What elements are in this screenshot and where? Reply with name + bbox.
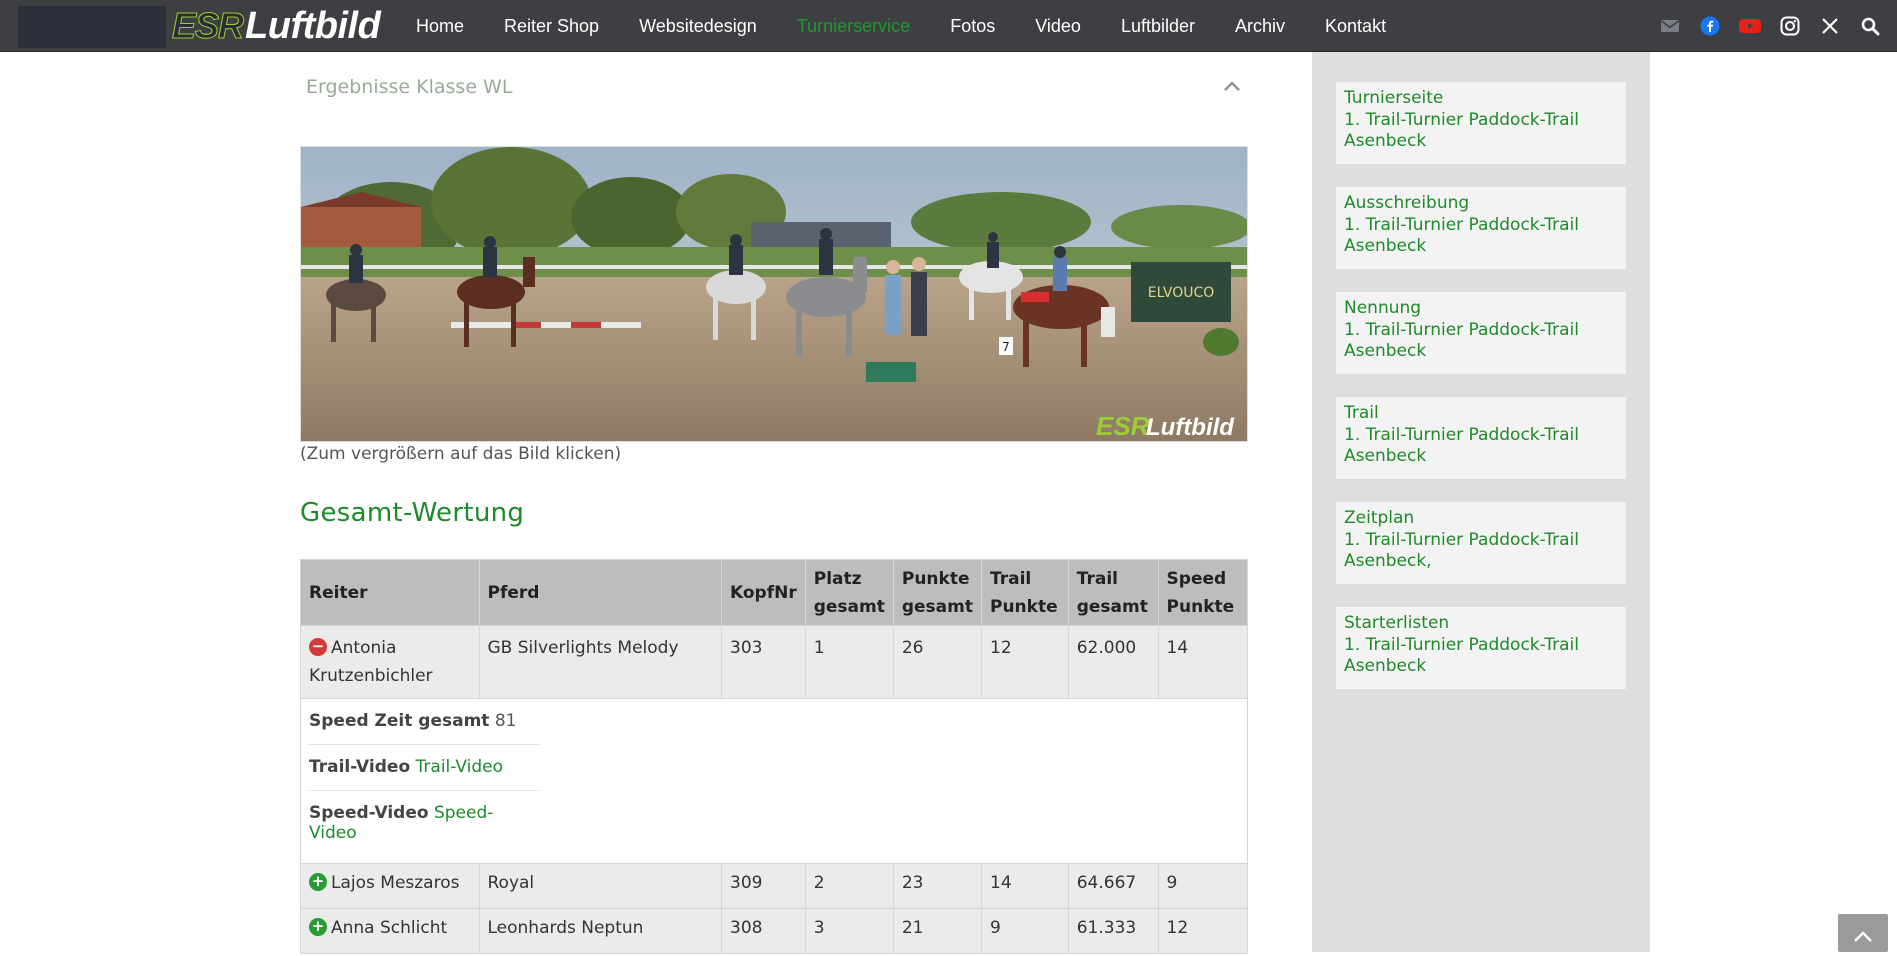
cell-pferd: Royal bbox=[478, 863, 722, 909]
rider-name: Antonia Krutzenbichler bbox=[309, 638, 433, 686]
event-photo-illustration: ELVOUCO 7 ESR Luftbild bbox=[301, 147, 1247, 441]
cell-kopfnr: 303 bbox=[721, 625, 806, 699]
cell-kopfnr: 309 bbox=[721, 863, 806, 909]
col-header-trail-punkte[interactable]: Trail Punkte bbox=[981, 559, 1069, 626]
col-header-reiter[interactable]: Reiter bbox=[300, 559, 480, 626]
cell-platz: 3 bbox=[804, 908, 894, 954]
mail-icon[interactable] bbox=[1659, 15, 1681, 37]
cell-kopfnr: 308 bbox=[721, 908, 806, 954]
youtube-icon[interactable] bbox=[1739, 15, 1761, 37]
logo-luftbild-text: Luftbild bbox=[245, 5, 381, 47]
sidebar-link-trail[interactable]: Trail 1. Trail-Turnier Paddock-Trail Ase… bbox=[1336, 397, 1626, 479]
x-icon[interactable] bbox=[1819, 15, 1841, 37]
cell-trail-punkte: 14 bbox=[981, 863, 1069, 909]
col-header-trail-gesamt[interactable]: Trail gesamt bbox=[1067, 559, 1159, 626]
table-row[interactable]: + Anna Schlicht Leonhards Neptun 308 3 21… bbox=[300, 908, 1249, 954]
detail-trail-video: Trail-Video Trail-Video bbox=[309, 745, 539, 791]
photo-sign-number: 7 bbox=[1002, 340, 1010, 354]
accordion-title: Ergebnisse Klasse WL bbox=[306, 76, 513, 98]
cell-pferd: Leonhards Neptun bbox=[478, 908, 722, 954]
cell-trail-punkte: 12 bbox=[981, 625, 1069, 699]
cell-trail-gesamt: 62.000 bbox=[1067, 625, 1159, 699]
col-header-pferd[interactable]: Pferd bbox=[478, 559, 722, 626]
sidebar-link-ausschreibung[interactable]: Ausschreibung 1. Trail-Turnier Paddock-T… bbox=[1336, 187, 1626, 269]
sidebar-link-nennung[interactable]: Nennung 1. Trail-Turnier Paddock-Trail A… bbox=[1336, 292, 1626, 374]
expand-row-icon[interactable]: + bbox=[309, 918, 327, 936]
nav-home[interactable]: Home bbox=[416, 16, 464, 37]
row-detail: Speed Zeit gesamt 81 Trail-Video Trail-V… bbox=[300, 698, 1248, 864]
cell-punkte: 21 bbox=[892, 908, 983, 954]
cell-reiter: − Antonia Krutzenbichler bbox=[300, 625, 480, 699]
main-content: Ergebnisse Klasse WL ELVOUCO 7 ESR Luftb… bbox=[300, 52, 1249, 954]
cell-trail-gesamt: 64.667 bbox=[1067, 863, 1159, 909]
site-logo-placeholder[interactable] bbox=[18, 6, 166, 48]
logo-esr-text: ESR bbox=[171, 5, 244, 47]
row-detail-cell: Speed Zeit gesamt 81 Trail-Video Trail-V… bbox=[300, 698, 1248, 864]
accordion-header[interactable]: Ergebnisse Klasse WL bbox=[300, 66, 1248, 106]
detail-speed-zeit: Speed Zeit gesamt 81 bbox=[309, 699, 539, 745]
nav-websitedesign[interactable]: Websitedesign bbox=[639, 16, 757, 37]
cell-speed-punkte: 12 bbox=[1157, 908, 1249, 954]
nav-video[interactable]: Video bbox=[1035, 16, 1081, 37]
sidebar-link-turnierseite[interactable]: Turnierseite 1. Trail-Turnier Paddock-Tr… bbox=[1336, 82, 1626, 164]
rider-name: Lajos Meszaros bbox=[331, 873, 460, 893]
scroll-to-top-button[interactable] bbox=[1838, 914, 1888, 952]
results-table: Reiter Pferd KopfNr Platz gesamt Punkte … bbox=[300, 559, 1249, 954]
social-icons bbox=[1659, 0, 1881, 52]
col-header-kopfnr[interactable]: KopfNr bbox=[721, 559, 806, 626]
cell-platz: 2 bbox=[804, 863, 894, 909]
trail-video-link[interactable]: Trail-Video bbox=[416, 757, 504, 777]
col-header-platz[interactable]: Platz gesamt bbox=[804, 559, 894, 626]
table-row[interactable]: + Lajos Meszaros Royal 309 2 23 14 64.667… bbox=[300, 863, 1249, 909]
sidebar-link-zeitplan[interactable]: Zeitplan 1. Trail-Turnier Paddock-Trail … bbox=[1336, 502, 1626, 584]
photo-watermark-luftbild: Luftbild bbox=[1146, 414, 1235, 441]
event-photo[interactable]: ELVOUCO 7 ESR Luftbild bbox=[300, 146, 1248, 442]
cell-reiter: + Lajos Meszaros bbox=[300, 863, 480, 909]
section-title: Gesamt-Wertung bbox=[300, 498, 525, 528]
site-logo[interactable]: ESR Luftbild bbox=[171, 4, 381, 48]
cell-speed-punkte: 14 bbox=[1157, 625, 1249, 699]
main-menu: Home Reiter Shop Websitedesign Turnierse… bbox=[416, 0, 1426, 52]
nav-reiter-shop[interactable]: Reiter Shop bbox=[504, 16, 599, 37]
cell-trail-gesamt: 61.333 bbox=[1067, 908, 1159, 954]
photo-caption: (Zum vergrößern auf das Bild klicken) bbox=[300, 444, 622, 464]
rider-name: Anna Schlicht bbox=[331, 918, 448, 938]
sidebar-link-starterlisten[interactable]: Starterlisten 1. Trail-Turnier Paddock-T… bbox=[1336, 607, 1626, 689]
nav-kontakt[interactable]: Kontakt bbox=[1325, 16, 1386, 37]
nav-fotos[interactable]: Fotos bbox=[950, 16, 995, 37]
cell-reiter: + Anna Schlicht bbox=[300, 908, 480, 954]
sidebar: Turnierseite 1. Trail-Turnier Paddock-Tr… bbox=[1312, 52, 1650, 952]
chevron-up-icon bbox=[1854, 931, 1872, 942]
collapse-row-icon[interactable]: − bbox=[309, 638, 327, 656]
cell-speed-punkte: 9 bbox=[1157, 863, 1249, 909]
cell-platz: 1 bbox=[804, 625, 894, 699]
cell-pferd: GB Silverlights Melody bbox=[478, 625, 722, 699]
col-header-speed-punkte[interactable]: Speed Punkte bbox=[1157, 559, 1249, 626]
col-header-punkte[interactable]: Punkte gesamt bbox=[892, 559, 983, 626]
table-header-row: Reiter Pferd KopfNr Platz gesamt Punkte … bbox=[300, 559, 1249, 626]
photo-banner-text: ELVOUCO bbox=[1148, 285, 1215, 301]
cell-punkte: 23 bbox=[892, 863, 983, 909]
table-row[interactable]: − Antonia Krutzenbichler GB Silverlights … bbox=[300, 625, 1249, 699]
nav-turnierservice[interactable]: Turnierservice bbox=[797, 16, 910, 37]
facebook-icon[interactable] bbox=[1699, 15, 1721, 37]
cell-punkte: 26 bbox=[892, 625, 983, 699]
top-navigation-bar: ESR Luftbild Home Reiter Shop Websitedes… bbox=[0, 0, 1897, 52]
speed-zeit-value: 81 bbox=[494, 711, 517, 731]
instagram-icon[interactable] bbox=[1779, 15, 1801, 37]
nav-archiv[interactable]: Archiv bbox=[1235, 16, 1285, 37]
nav-luftbilder[interactable]: Luftbilder bbox=[1121, 16, 1195, 37]
detail-speed-video: Speed-Video Speed-Video bbox=[309, 803, 494, 843]
cell-trail-punkte: 9 bbox=[981, 908, 1069, 954]
expand-row-icon[interactable]: + bbox=[309, 873, 327, 891]
chevron-up-icon[interactable] bbox=[1222, 78, 1242, 97]
search-icon[interactable] bbox=[1859, 15, 1881, 37]
photo-watermark-esr: ESR bbox=[1096, 411, 1150, 441]
